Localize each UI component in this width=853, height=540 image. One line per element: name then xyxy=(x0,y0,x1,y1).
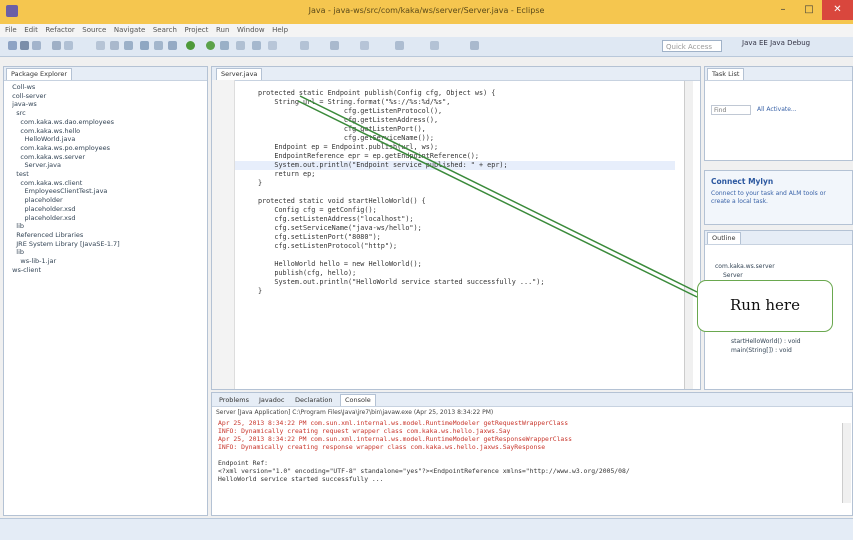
arrow-line xyxy=(299,95,698,293)
run-here-callout: Run here xyxy=(697,280,833,332)
annotation-arrows xyxy=(297,95,698,298)
arrow-line xyxy=(297,100,698,298)
